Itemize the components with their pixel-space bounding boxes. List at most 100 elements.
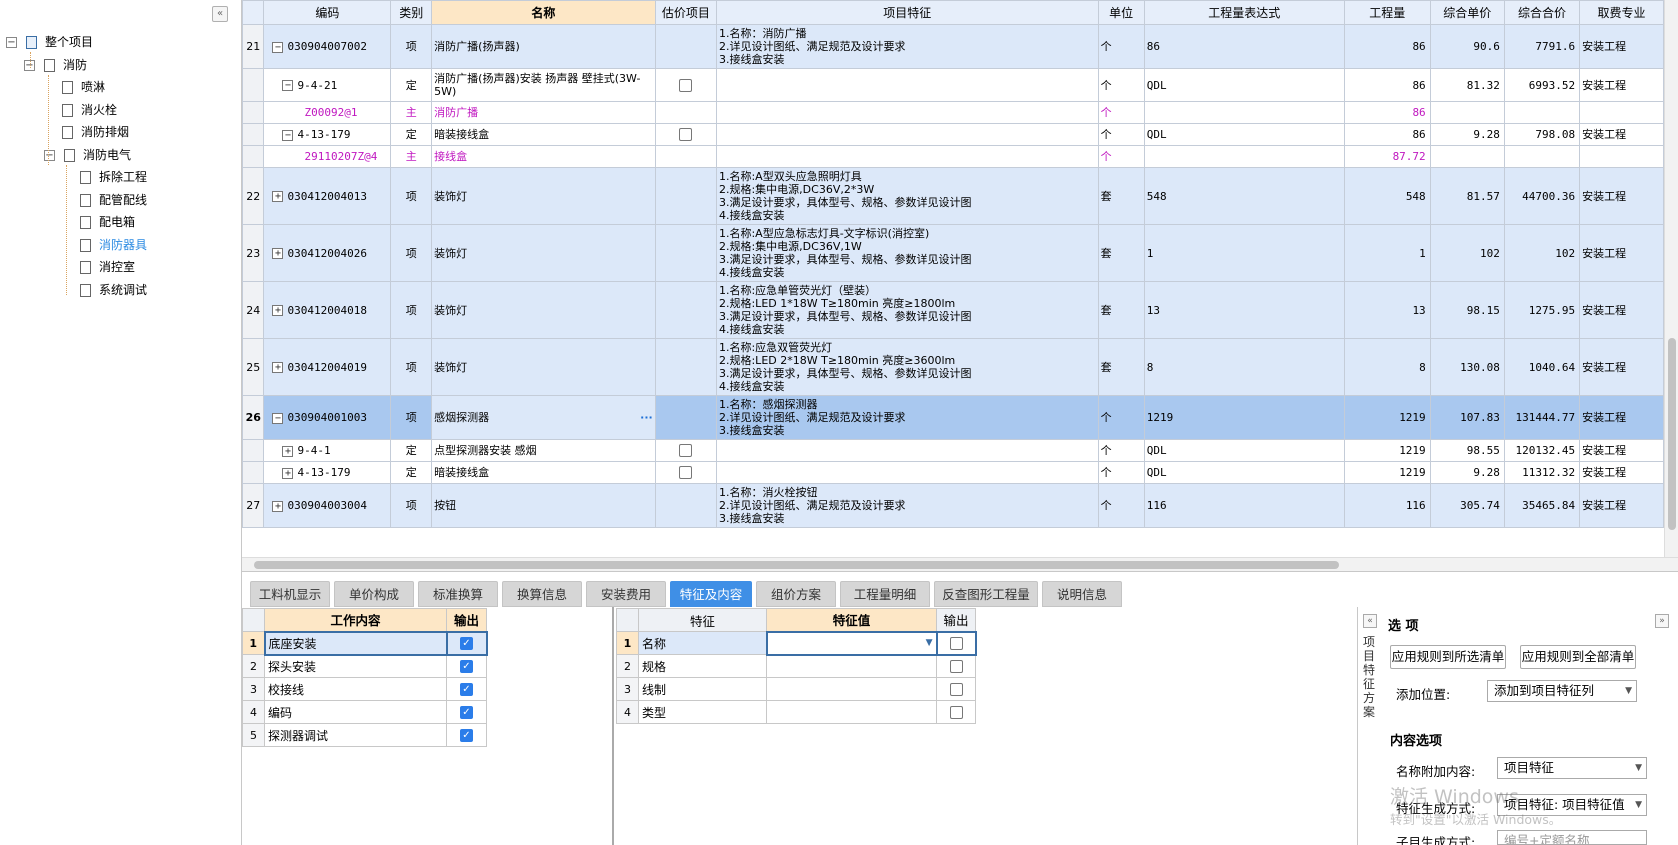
unit-cell[interactable]: 套 <box>1097 281 1145 339</box>
expression-cell[interactable]: 1 <box>1143 224 1345 282</box>
table-row[interactable]: +9-4-1 定点型探测器安装 感烟个 QDL 1219 98.55 120132.45 安… <box>242 439 1664 462</box>
category-cell[interactable]: 项 <box>390 167 433 225</box>
table-row[interactable]: 3 校接线 ✓ <box>242 677 487 701</box>
table-row[interactable]: 27 +030904003004 项按钮 1.名称：消火栓按钮 2.详见设计图纸、满足… <box>242 483 1664 528</box>
name-cell[interactable]: 点型探测器安装 感烟 <box>431 439 656 462</box>
name-cell[interactable]: 消防广播(扬声器) <box>431 24 656 69</box>
name-cell[interactable]: 按钮 <box>431 483 656 528</box>
unit-cell[interactable]: 套 <box>1097 167 1145 225</box>
table-row[interactable]: −4-13-179 定暗装接线盒个 QDL 86 9.28 798.08 安装工程 <box>242 123 1664 146</box>
profession-cell[interactable]: 安装工程 <box>1579 439 1664 462</box>
category-cell[interactable]: 定 <box>390 461 433 484</box>
code-cell[interactable]: −4-13-179 <box>263 123 392 146</box>
unit-cell[interactable]: 个 <box>1097 461 1145 484</box>
quantity-cell[interactable]: 1219 <box>1343 439 1431 462</box>
column-header[interactable] <box>242 0 265 25</box>
work-content-cell[interactable]: 探测器调试 <box>264 723 447 747</box>
work-content-cell[interactable]: 校接线 <box>264 677 447 701</box>
output-checkbox[interactable]: ✓ <box>460 637 473 650</box>
collapse-icon[interactable]: − <box>282 129 294 141</box>
tab-item[interactable]: 特征及内容 <box>670 581 752 607</box>
tree-node[interactable]: 喷淋 <box>62 77 105 97</box>
estimate-checkbox[interactable] <box>679 466 693 480</box>
column-header[interactable]: 编码 <box>263 0 392 25</box>
expression-cell[interactable]: 86 <box>1143 24 1345 69</box>
profession-cell[interactable]: 安装工程 <box>1579 123 1664 146</box>
quantity-cell[interactable]: 86 <box>1343 101 1431 124</box>
output-cell[interactable] <box>936 654 976 678</box>
expand-icon[interactable]: + <box>272 248 284 259</box>
unit-cell[interactable]: 套 <box>1097 224 1145 282</box>
name-cell[interactable]: ··· 感烟探测器 <box>431 395 656 440</box>
estimate-cell[interactable] <box>654 439 717 462</box>
table-row[interactable]: 2 规格 <box>616 654 976 678</box>
name-cell[interactable]: 接线盒 <box>431 145 656 168</box>
output-checkbox[interactable]: ✓ <box>460 729 473 742</box>
table-row[interactable]: 24 +030412004018 项装饰灯 1.名称:应急单管荧光灯（壁装） 2.规格… <box>242 281 1664 339</box>
output-checkbox[interactable]: ✓ <box>460 660 473 674</box>
profession-cell[interactable] <box>1579 145 1664 168</box>
tab-item[interactable]: 说明信息 <box>1042 581 1122 607</box>
feature-cell[interactable]: 1.名称:A型双头应急照明灯具 2.规格:集中电源,DC36V,2*3W 3.满… <box>715 167 1099 225</box>
estimate-cell[interactable] <box>654 145 717 168</box>
chevron-down-icon[interactable]: ▼ <box>926 638 933 648</box>
column-header[interactable]: 工程量 <box>1343 0 1431 25</box>
quantity-cell[interactable]: 87.72 <box>1343 145 1431 168</box>
feature-cell[interactable]: 1.名称:A型应急标志灯具-文字标识(消控室) 2.规格:集中电源,DC36V,… <box>715 224 1099 282</box>
estimate-cell[interactable] <box>654 224 717 282</box>
tree-node[interactable]: − 消防 <box>24 55 87 75</box>
name-cell[interactable]: 暗装接线盒 <box>431 461 656 484</box>
category-cell[interactable]: 项 <box>390 395 433 440</box>
tab-item[interactable]: 反查图形工程量 <box>934 581 1038 607</box>
feature-cell[interactable]: 1.名称：消防广播 2.详见设计图纸、满足规范及设计要求 3.接线盒安装 <box>715 24 1099 69</box>
expand-icon[interactable]: + <box>272 500 284 512</box>
feature-cell[interactable] <box>715 68 1099 102</box>
code-cell[interactable]: +4-13-179 <box>263 461 392 484</box>
column-header[interactable]: 工程量表达式 <box>1143 0 1345 25</box>
expression-cell[interactable]: 8 <box>1143 338 1345 396</box>
add-position-select[interactable]: 添加到项目特征列 ▼ <box>1487 680 1637 702</box>
estimate-cell[interactable] <box>654 24 717 69</box>
expand-icon[interactable]: + <box>272 191 284 202</box>
column-header[interactable]: 单位 <box>1097 0 1145 25</box>
code-cell[interactable]: −030904007002 <box>263 24 392 69</box>
quantity-cell[interactable]: 116 <box>1343 483 1431 528</box>
output-cell[interactable] <box>936 677 976 701</box>
expression-cell[interactable] <box>1143 145 1345 168</box>
output-checkbox[interactable] <box>949 660 963 674</box>
column-header[interactable]: 类别 <box>390 0 433 25</box>
quantity-cell[interactable]: 8 <box>1343 338 1431 396</box>
estimate-checkbox[interactable] <box>679 128 693 142</box>
tree-node[interactable]: − 消防电气 <box>44 145 131 165</box>
profession-cell[interactable]: 安装工程 <box>1579 483 1664 528</box>
tab-item[interactable]: 工料机显示 <box>250 581 330 607</box>
expression-cell[interactable]: 1219 <box>1143 395 1345 440</box>
code-cell[interactable]: +030412004019 <box>263 338 392 396</box>
table-row[interactable]: 4 类型 <box>616 700 976 724</box>
code-cell[interactable]: 29110207Z@4 <box>263 145 392 168</box>
work-content-cell[interactable]: 探头安装 <box>264 654 447 678</box>
feature-name-cell[interactable]: 线制 <box>638 677 767 701</box>
profession-cell[interactable]: 安装工程 <box>1579 281 1664 339</box>
code-cell[interactable]: Z00092@1 <box>263 101 392 124</box>
sub-gen-select[interactable]: 编号+定额名称 <box>1497 830 1647 845</box>
expression-cell[interactable]: 13 <box>1143 281 1345 339</box>
profession-cell[interactable]: 安装工程 <box>1579 68 1664 102</box>
table-row[interactable]: +4-13-179 定暗装接线盒个 QDL 1219 9.28 11312.32 安装工程 <box>242 461 1664 484</box>
name-cell[interactable]: 装饰灯 <box>431 338 656 396</box>
expand-icon[interactable]: + <box>282 445 294 457</box>
category-cell[interactable]: 项 <box>390 224 433 282</box>
quantity-cell[interactable]: 1219 <box>1343 395 1431 440</box>
column-header[interactable]: 综合单价 <box>1429 0 1505 25</box>
expression-cell[interactable]: 548 <box>1143 167 1345 225</box>
code-cell[interactable]: −030904001003 <box>263 395 392 440</box>
profession-cell[interactable]: 安装工程 <box>1579 461 1664 484</box>
quantity-cell[interactable]: 1 <box>1343 224 1431 282</box>
expression-cell[interactable]: QDL <box>1143 439 1345 462</box>
category-cell[interactable]: 主 <box>390 101 433 124</box>
horizontal-scroll-thumb[interactable] <box>254 561 1339 569</box>
table-row[interactable]: 1 底座安装 ✓ <box>242 630 488 656</box>
unit-cell[interactable]: 个 <box>1097 68 1145 102</box>
estimate-checkbox[interactable] <box>679 444 693 458</box>
category-cell[interactable]: 项 <box>390 483 433 528</box>
